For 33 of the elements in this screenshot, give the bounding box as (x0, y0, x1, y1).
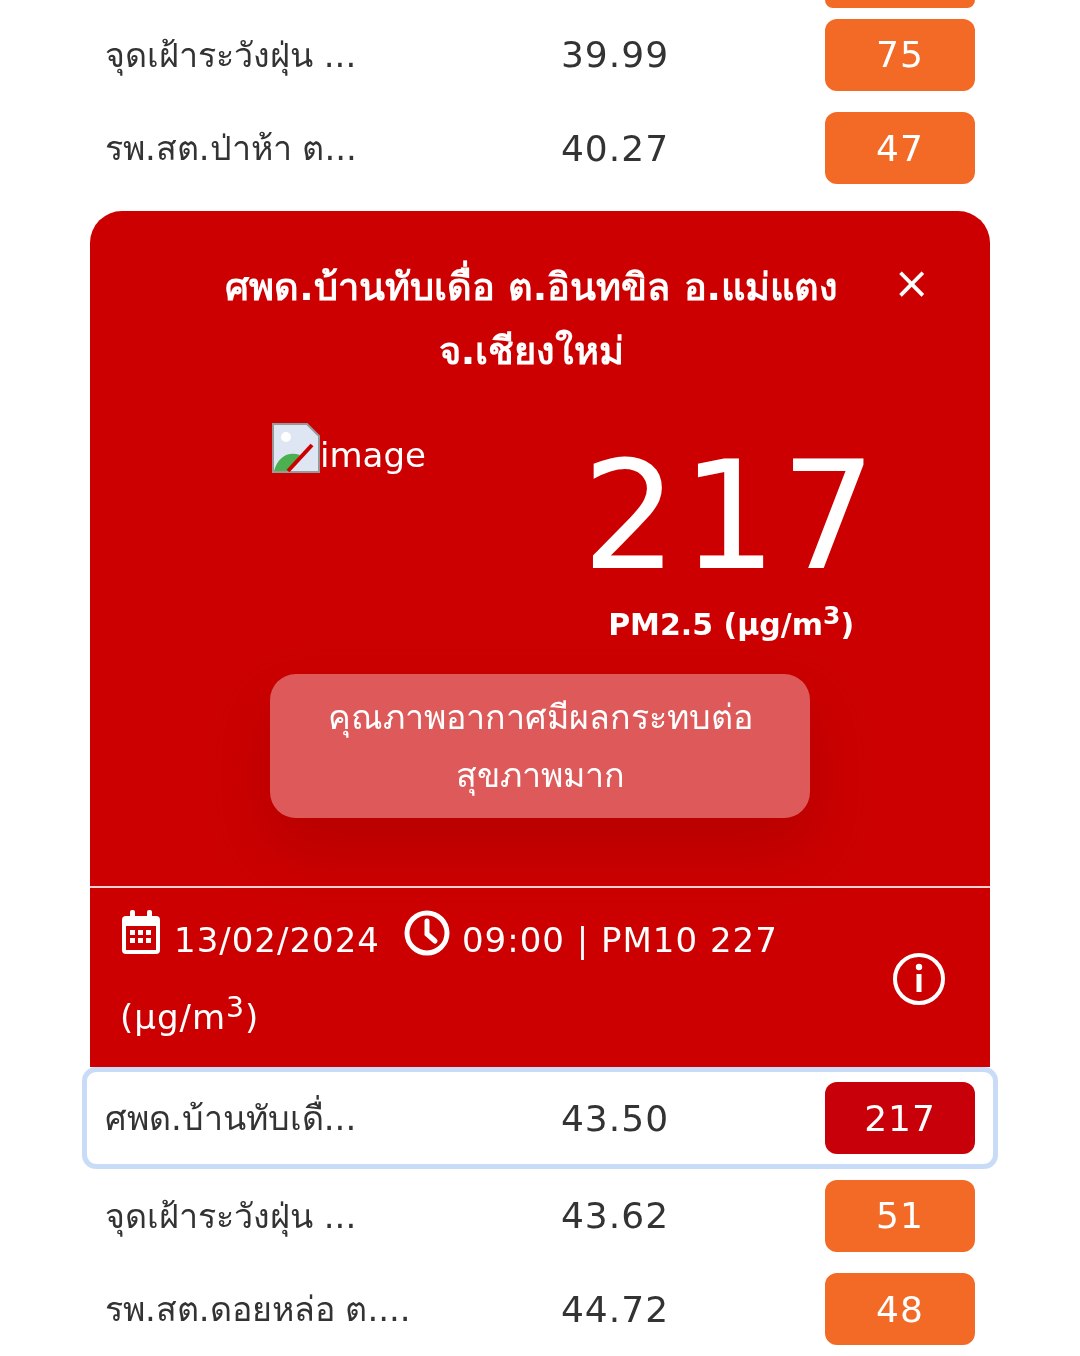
station-row[interactable]: จุดเฝ้าระวังฝุ่น ... 43.62 51 (105, 1169, 975, 1263)
image-alt-text: image (320, 435, 426, 475)
station-value: 43.62 (559, 1195, 671, 1237)
station-value: 39.99 (559, 34, 671, 76)
pm25-value: 217 (582, 441, 881, 591)
station-row[interactable]: รพ.สต.ดอยหล่อ ต.... 44.72 48 (105, 1262, 975, 1356)
station-row[interactable]: ศพด.บ้านทับเดื่... 43.50 217 (82, 1067, 998, 1169)
station-name: จุดเฝ้าระวังฝุ่น ... (105, 33, 358, 78)
clock-icon (403, 910, 450, 956)
date-text: 13/02/2024 (174, 920, 380, 960)
station-title: ศพด.บ้านทับเดื่อ ต.อินทขิล อ.แม่แตง จ.เชียงใหม่ (190, 255, 874, 383)
aqi-badge: 217 (825, 1082, 975, 1155)
air-quality-status: คุณภาพอากาศมีผลกระทบต่อสุขภาพมาก (270, 674, 810, 818)
station-name: จุดเฝ้าระวังฝุ่น ... (105, 1194, 358, 1239)
aqi-badge: 51 (825, 1179, 975, 1252)
station-value: 44.72 (559, 1288, 671, 1330)
pm10-unit: (µg/m$^{3}$) (120, 997, 260, 1038)
station-row[interactable]: รพ.สต.ป่าห้า ต... 40.27 47 (105, 101, 975, 195)
close-button[interactable]: × (893, 255, 930, 311)
station-name: รพ.สต.ป่าห้า ต... (105, 127, 358, 171)
aqi-badge: 48 (825, 1273, 975, 1346)
info-icon[interactable] (892, 951, 946, 1006)
station-name: รพ.สต.ดอยหล่อ ต.... (105, 1288, 412, 1332)
time-pm10-text: 09:00 | PM10 227 (461, 920, 778, 960)
station-name: ศพด.บ้านทับเดื่... (105, 1091, 465, 1146)
station-row[interactable]: จุดเฝ้าระวังฝุ่น ... 39.99 75 (105, 8, 975, 102)
station-value: 43.50 (559, 1097, 671, 1139)
aqi-badge: 75 (825, 18, 975, 91)
station-value: 40.27 (559, 127, 671, 169)
calendar-icon (120, 910, 162, 956)
broken-image-icon (272, 423, 320, 473)
aqi-badge: 47 (825, 112, 975, 185)
pm25-unit: PM2.5 (µg/m$^{3}$) (608, 601, 855, 642)
